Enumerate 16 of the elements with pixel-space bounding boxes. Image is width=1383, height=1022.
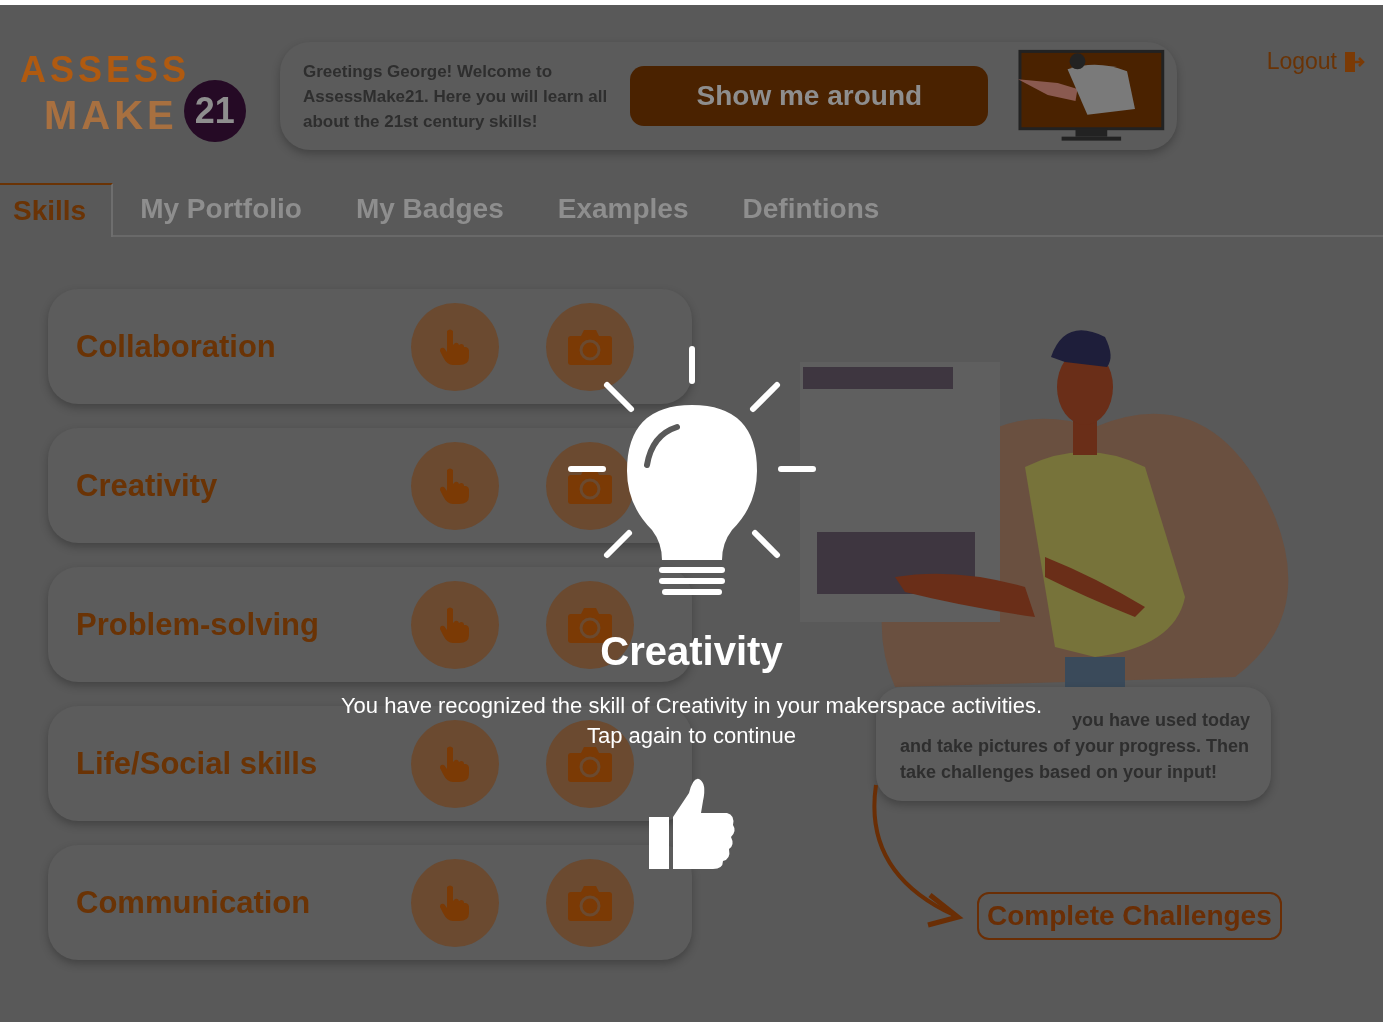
skill-name: Creativity bbox=[76, 467, 219, 504]
skill-name: Communication bbox=[76, 884, 312, 921]
nav-tab[interactable]: Skills bbox=[0, 183, 114, 237]
popup-hint: Tap again to continue bbox=[586, 722, 797, 750]
logout-button[interactable]: Logout bbox=[1266, 48, 1365, 75]
skill-name: Life/Social skills bbox=[76, 745, 319, 782]
camera-icon bbox=[567, 883, 613, 922]
camera-icon bbox=[567, 327, 613, 366]
logo-badge: 21 bbox=[183, 80, 246, 142]
skill-name: Problem-solving bbox=[76, 606, 320, 643]
logout-door-icon bbox=[1343, 49, 1365, 74]
logo-text: MAKE bbox=[44, 92, 178, 138]
popup-title: Creativity bbox=[600, 628, 783, 675]
show-me-around-button[interactable]: Show me around bbox=[630, 66, 989, 126]
complete-challenges-button[interactable]: Complete Challenges bbox=[977, 892, 1282, 940]
skill-name: Collaboration bbox=[76, 328, 277, 365]
